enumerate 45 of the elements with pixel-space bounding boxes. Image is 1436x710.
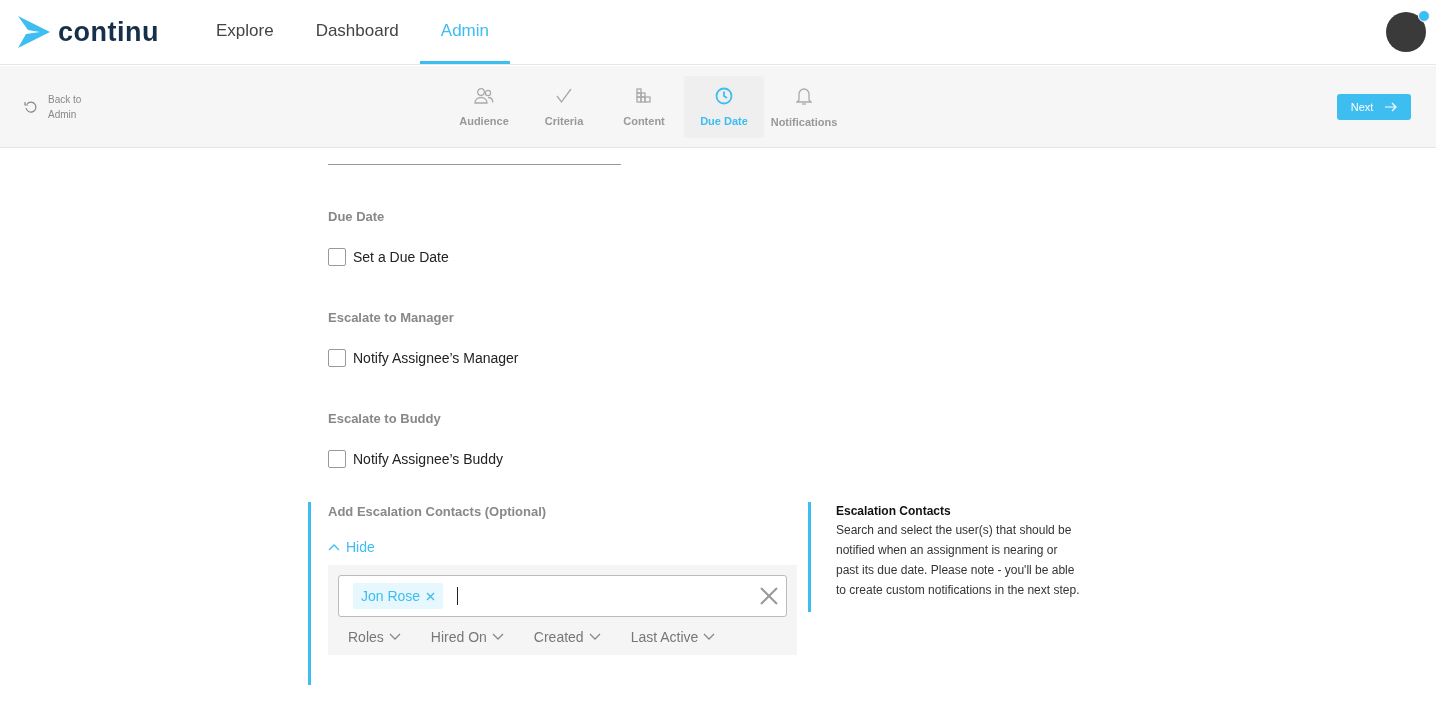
checkbox[interactable] bbox=[328, 349, 346, 367]
chevron-down-icon bbox=[588, 633, 601, 641]
help-text: Search and select the user(s) that should be notified when an assignment is nearing or past its due date. Please note - you'll be able to create custom notifications in the next step. bbox=[836, 522, 1081, 599]
brand-logo-text: continu bbox=[58, 16, 159, 48]
back-link[interactable]: Back to Admin bbox=[24, 91, 444, 122]
people-icon bbox=[474, 86, 494, 105]
step-tab[interactable]: Content bbox=[604, 75, 684, 138]
chevron-down-icon bbox=[491, 633, 504, 641]
arrow-right-icon bbox=[1385, 101, 1398, 112]
checkbox[interactable] bbox=[328, 450, 346, 468]
help-title: Escalation Contacts bbox=[836, 503, 952, 518]
section-heading: Add Escalation Contacts (Optional) bbox=[328, 503, 548, 519]
checkbox-label: Notify Assignee’s Manager bbox=[353, 350, 519, 366]
filter-dropdown[interactable]: Roles bbox=[348, 629, 401, 645]
checkbox-label: Notify Assignee’s Buddy bbox=[353, 451, 503, 467]
section-heading: Escalate to Manager bbox=[328, 310, 455, 325]
bell-icon bbox=[795, 85, 813, 106]
checkbox-label: Set a Due Date bbox=[353, 249, 449, 265]
next-button[interactable]: Next bbox=[1337, 93, 1411, 120]
avatar[interactable] bbox=[1386, 12, 1426, 52]
chevron-down-icon bbox=[703, 633, 716, 641]
hide-toggle[interactable]: Hide bbox=[328, 539, 375, 555]
checkmark-icon bbox=[555, 86, 573, 105]
step-tab[interactable]: Notifications bbox=[764, 75, 844, 138]
nav-link[interactable]: Explore bbox=[195, 0, 295, 64]
remove-icon[interactable] bbox=[426, 591, 436, 601]
chevron-down-icon bbox=[388, 633, 401, 641]
clear-icon[interactable] bbox=[760, 587, 778, 605]
section-heading: Escalate to Buddy bbox=[328, 411, 442, 426]
contact-search-field[interactable]: Jon Rose bbox=[338, 575, 787, 617]
clock-icon bbox=[715, 86, 733, 105]
step-tab[interactable]: Due Date bbox=[684, 75, 764, 138]
section-heading: Due Date bbox=[328, 209, 386, 224]
blocks-icon bbox=[635, 86, 653, 105]
checkbox[interactable] bbox=[328, 248, 346, 266]
step-tab[interactable]: Audience bbox=[444, 75, 524, 138]
filter-dropdown[interactable]: Last Active bbox=[630, 629, 716, 645]
chevron-icon bbox=[328, 543, 340, 551]
filter-dropdown[interactable]: Created bbox=[533, 629, 601, 645]
undo-icon bbox=[24, 99, 38, 114]
filter-dropdown[interactable]: Hired On bbox=[430, 629, 504, 645]
nav-link[interactable]: Dashboard bbox=[294, 0, 420, 64]
contact-chip[interactable]: Jon Rose bbox=[353, 583, 444, 609]
logo-arrow-icon bbox=[18, 16, 50, 48]
step-tab[interactable]: Criteria bbox=[524, 75, 604, 138]
